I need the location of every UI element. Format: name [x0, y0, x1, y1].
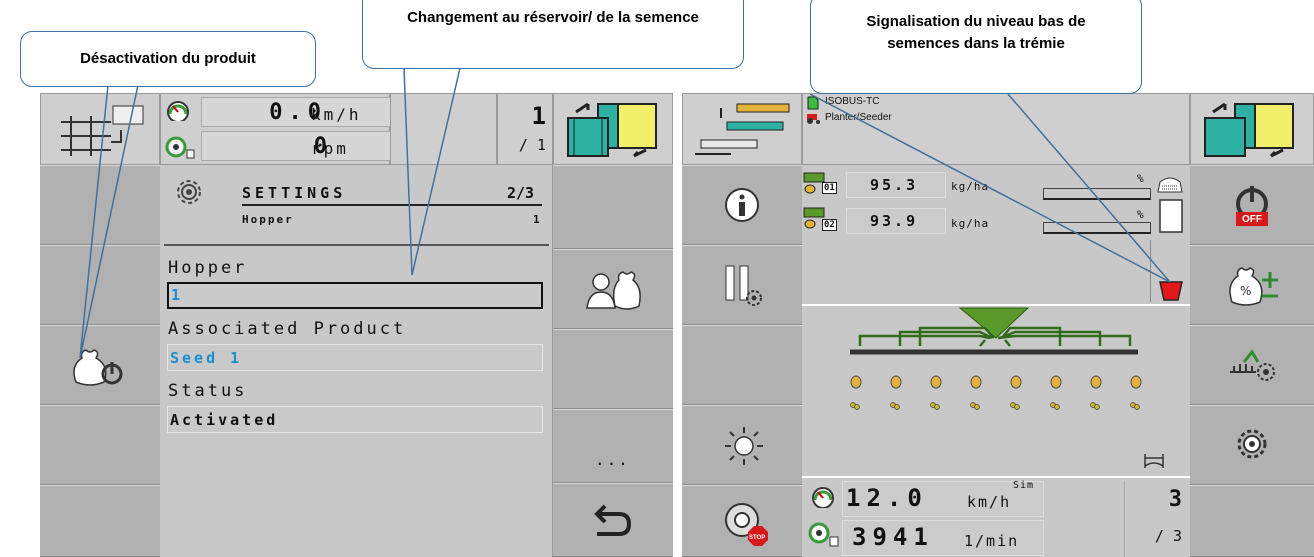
- left-softkey-4[interactable]: [40, 405, 160, 485]
- implement-sections-icon: [695, 103, 790, 155]
- off-badge: OFF: [1242, 214, 1262, 225]
- stop-badge: STOP: [749, 535, 766, 541]
- left-map-view-button[interactable]: [553, 93, 673, 165]
- page-total: / 1: [518, 136, 546, 154]
- svg-text:%: %: [1240, 284, 1251, 298]
- bag-plus-minus-icon: %: [1229, 267, 1278, 306]
- status-value: Activated: [170, 411, 279, 429]
- right-page-counter: 3 / 3: [1124, 481, 1188, 557]
- right-softkey-1[interactable]: [553, 165, 673, 249]
- right-left-softkey-3[interactable]: [682, 325, 802, 405]
- callout-low-level: Signalisation du niveau bas de semences …: [810, 0, 1142, 94]
- right-softkey-column: ...: [553, 165, 673, 557]
- right-page-total: / 3: [1154, 527, 1182, 545]
- right-rpm-value: 3941: [852, 523, 934, 551]
- more-button[interactable]: ...: [553, 409, 673, 483]
- master-off-button[interactable]: OFF: [1190, 165, 1314, 245]
- right-bottom-bar-divider: [802, 476, 1190, 478]
- settings-subtitle-number: 1: [533, 213, 540, 226]
- sun-icon: [725, 427, 763, 465]
- right-speed-unit: km/h: [967, 493, 1012, 511]
- callout-deactivation: Désactivation du produit: [20, 31, 316, 87]
- left-speed-box: 0.0 km/h 0 rpm: [160, 93, 391, 165]
- associated-product-label: Associated Product: [168, 319, 407, 339]
- rpm-unit: rpm: [311, 139, 349, 158]
- day-night-button[interactable]: [682, 405, 802, 485]
- right-speed-value: 12.0: [846, 484, 928, 512]
- more-label: ...: [595, 450, 630, 469]
- settings-subtitle: Hopper: [242, 213, 294, 226]
- callout-hopper-change: Changement au réservoir/ de la semence: [362, 0, 744, 69]
- info-button[interactable]: [682, 165, 802, 245]
- section-control-button[interactable]: [1190, 325, 1314, 405]
- field-map-icon: [567, 102, 657, 158]
- callout-hopper-change-text: Changement au réservoir/ de la semence: [407, 9, 699, 26]
- frame-width-icon: [1144, 454, 1164, 468]
- stop-metering-button[interactable]: STOP: [682, 485, 802, 557]
- right-map-view-button[interactable]: [1190, 93, 1314, 165]
- info-icon: [725, 188, 759, 222]
- speed-unit: km/h: [311, 105, 362, 124]
- settings-title: SETTINGS: [242, 184, 347, 202]
- rate-adjust-button[interactable]: %: [1190, 245, 1314, 325]
- sim-label: Sim: [1013, 480, 1035, 491]
- associated-product-value: Seed 1: [170, 349, 243, 367]
- left-softkey-5[interactable]: [40, 485, 160, 557]
- return-arrow-icon: [594, 504, 632, 536]
- right-softkey-3[interactable]: [553, 329, 673, 409]
- right-page-current: 3: [1168, 487, 1182, 512]
- right-left-softkey-column: STOP: [682, 165, 802, 557]
- section-gear-icon: [1230, 349, 1275, 381]
- speedometer-icon: [812, 487, 834, 508]
- change-hopper-seed-button[interactable]: [553, 249, 673, 329]
- callout-low-level-text: Signalisation du niveau bas de semences …: [866, 13, 1086, 52]
- field-map-icon: [1204, 102, 1294, 158]
- planter-diagram: [850, 307, 1142, 410]
- callout-deactivation-text: Désactivation du produit: [80, 50, 256, 67]
- rows-gear-icon: [725, 265, 762, 306]
- right-rpm-unit: 1/min: [964, 532, 1020, 550]
- status-field: Activated: [167, 406, 543, 433]
- page-current: 1: [531, 102, 546, 130]
- row-settings-button[interactable]: [682, 245, 802, 325]
- rpm-icon: [808, 522, 839, 547]
- right-right-softkey-5[interactable]: [1190, 485, 1314, 557]
- right-right-softkey-column: OFF %: [1190, 165, 1314, 557]
- right-machine-icon-box[interactable]: [682, 93, 802, 165]
- settings-button[interactable]: [1190, 405, 1314, 485]
- status-label: Status: [168, 381, 248, 401]
- gear-icon: [1237, 429, 1267, 459]
- person-bag-icon: [586, 271, 641, 310]
- associated-product-field[interactable]: Seed 1: [167, 344, 543, 371]
- back-button[interactable]: [553, 483, 673, 557]
